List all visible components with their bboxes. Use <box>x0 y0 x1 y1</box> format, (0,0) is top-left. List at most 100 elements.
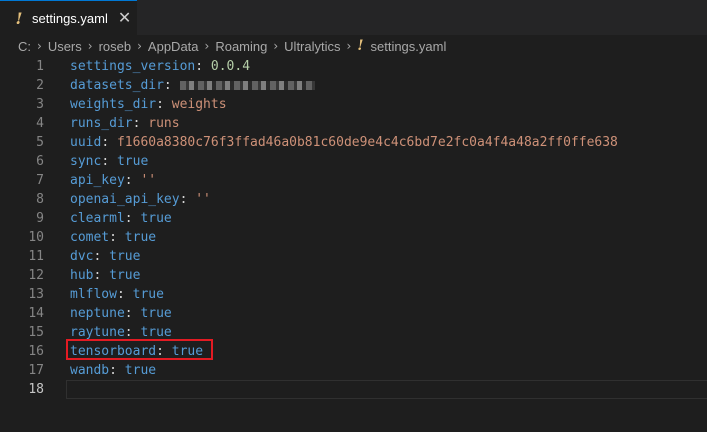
breadcrumb-item-file[interactable]: settings.yaml <box>370 39 446 54</box>
breadcrumb-item-roaming[interactable]: Roaming <box>215 39 267 54</box>
yaml-key: openai_api_key <box>70 192 180 207</box>
line-number: 13 <box>28 287 44 302</box>
yaml-key: runs_dir <box>70 116 133 131</box>
line-number: 15 <box>28 325 44 340</box>
yaml-value: true <box>132 287 164 302</box>
code-text: uuid: f1660a8380c76f3ffad46a0b81c60de9e4… <box>70 135 618 150</box>
yaml-value: '' <box>195 192 211 207</box>
code-text: mlflow: true <box>70 287 164 302</box>
code-line[interactable]: 4 runs_dir: runs <box>0 114 707 133</box>
yaml-value: f1660a8380c76f3ffad46a0b81c60de9e4c4c6bd… <box>116 135 618 150</box>
code-editor[interactable]: 1 settings_version: 0.0.4 2 datasets_dir: 3… <box>0 57 707 432</box>
code-text: comet: true <box>70 230 157 245</box>
code-line[interactable]: 1 settings_version: 0.0.4 <box>0 57 707 76</box>
yaml-value: '' <box>140 173 157 188</box>
chevron-right-icon: › <box>87 39 93 53</box>
line-number: 12 <box>28 268 44 283</box>
yaml-key: datasets_dir <box>70 78 164 93</box>
code-line[interactable]: 8 openai_api_key: '' <box>0 190 707 209</box>
code-text: openai_api_key: '' <box>70 192 211 207</box>
breadcrumb-item-drive[interactable]: C: <box>18 39 31 54</box>
breadcrumb-item-users[interactable]: Users <box>48 39 82 54</box>
code-line[interactable]: 3 weights_dir: weights <box>0 95 707 114</box>
chevron-right-icon: › <box>137 39 142 53</box>
line-number: 9 <box>36 211 44 226</box>
yaml-value: runs <box>148 116 180 131</box>
code-text: settings_version: 0.0.4 <box>70 59 251 74</box>
yaml-key: dvc <box>70 249 94 264</box>
line-number: 4 <box>36 116 44 131</box>
code-text: weights_dir: weights <box>70 97 227 112</box>
code-text: dvc: true <box>70 249 141 264</box>
yaml-value: true <box>124 363 157 378</box>
yaml-file-icon: ! <box>15 8 23 28</box>
code-line[interactable]: 11 dvc: true <box>0 247 707 266</box>
code-line[interactable]: 18 <box>0 380 707 399</box>
redacted-value <box>179 81 315 90</box>
code-line[interactable]: 9 clearml: true <box>0 209 707 228</box>
breadcrumb-item-appdata[interactable]: AppData <box>148 39 199 54</box>
code-line[interactable]: 7 api_key: '' <box>0 171 707 190</box>
yaml-value: true <box>140 211 172 226</box>
code-text: neptune: true <box>70 306 172 321</box>
line-number: 2 <box>36 78 44 93</box>
chevron-right-icon: › <box>37 39 42 53</box>
chevron-right-icon: › <box>346 39 352 53</box>
chevron-right-icon: › <box>204 39 210 53</box>
code-text: wandb: true <box>70 363 157 378</box>
line-number: 8 <box>36 192 44 207</box>
breadcrumb-item-ultralytics[interactable]: Ultralytics <box>284 39 340 54</box>
code-text: sync: true <box>70 154 149 169</box>
yaml-key: sync <box>70 154 102 169</box>
yaml-key: hub <box>70 268 94 283</box>
code-text: api_key: '' <box>70 173 157 188</box>
code-text: clearml: true <box>70 211 172 226</box>
breadcrumb-item-user[interactable]: roseb <box>99 39 132 54</box>
yaml-value: true <box>140 325 172 340</box>
yaml-value: 0.0.4 <box>210 59 251 74</box>
code-line[interactable]: 10 comet: true <box>0 228 707 247</box>
yaml-value: true <box>109 249 141 264</box>
code-line[interactable]: 14 neptune: true <box>0 304 707 323</box>
line-number: 3 <box>36 97 44 112</box>
line-number: 6 <box>36 154 44 169</box>
code-line[interactable]: 5 uuid: f1660a8380c76f3ffad46a0b81c60de9e… <box>0 133 707 152</box>
yaml-key: comet <box>70 230 110 245</box>
code-text: datasets_dir: <box>70 76 315 95</box>
yaml-value: true <box>109 268 141 283</box>
line-number: 10 <box>28 230 44 245</box>
yaml-key: api_key <box>70 173 125 188</box>
yaml-key: mlflow <box>70 287 117 302</box>
tab-bar: ! settings.yaml ✕ <box>0 0 707 35</box>
code-line[interactable]: 13 mlflow: true <box>0 285 707 304</box>
line-number: 17 <box>28 363 44 378</box>
code-text: runs_dir: runs <box>70 116 180 131</box>
close-icon[interactable]: ✕ <box>118 10 131 26</box>
yaml-file-icon: ! <box>357 38 364 54</box>
yaml-key: clearml <box>70 211 125 226</box>
breadcrumb: C: › Users › roseb › AppData › Roaming ›… <box>0 35 707 57</box>
yaml-key: uuid <box>70 135 102 150</box>
yaml-key: wandb <box>70 363 110 378</box>
yaml-key: raytune <box>70 325 125 340</box>
line-number: 16 <box>28 344 44 359</box>
line-number: 18 <box>28 382 44 397</box>
code-text: hub: true <box>70 268 141 283</box>
code-line[interactable]: 12 hub: true <box>0 266 707 285</box>
yaml-key: settings_version <box>70 59 196 74</box>
chevron-right-icon: › <box>273 39 279 53</box>
yaml-value: true <box>116 154 149 169</box>
tab-settings-yaml[interactable]: ! settings.yaml ✕ <box>0 0 137 35</box>
line-number: 7 <box>36 173 44 188</box>
yaml-value: true <box>124 230 157 245</box>
yaml-value: weights <box>171 97 227 112</box>
line-number: 1 <box>36 59 44 74</box>
tab-label: settings.yaml <box>32 10 108 26</box>
code-line[interactable]: 2 datasets_dir: <box>0 76 707 95</box>
code-line[interactable]: 17 wandb: true <box>0 361 707 380</box>
line-number: 14 <box>28 306 44 321</box>
line-number: 11 <box>28 249 44 264</box>
yaml-key: weights_dir <box>70 97 157 112</box>
code-line[interactable]: 6 sync: true <box>0 152 707 171</box>
line-number: 5 <box>36 135 44 150</box>
